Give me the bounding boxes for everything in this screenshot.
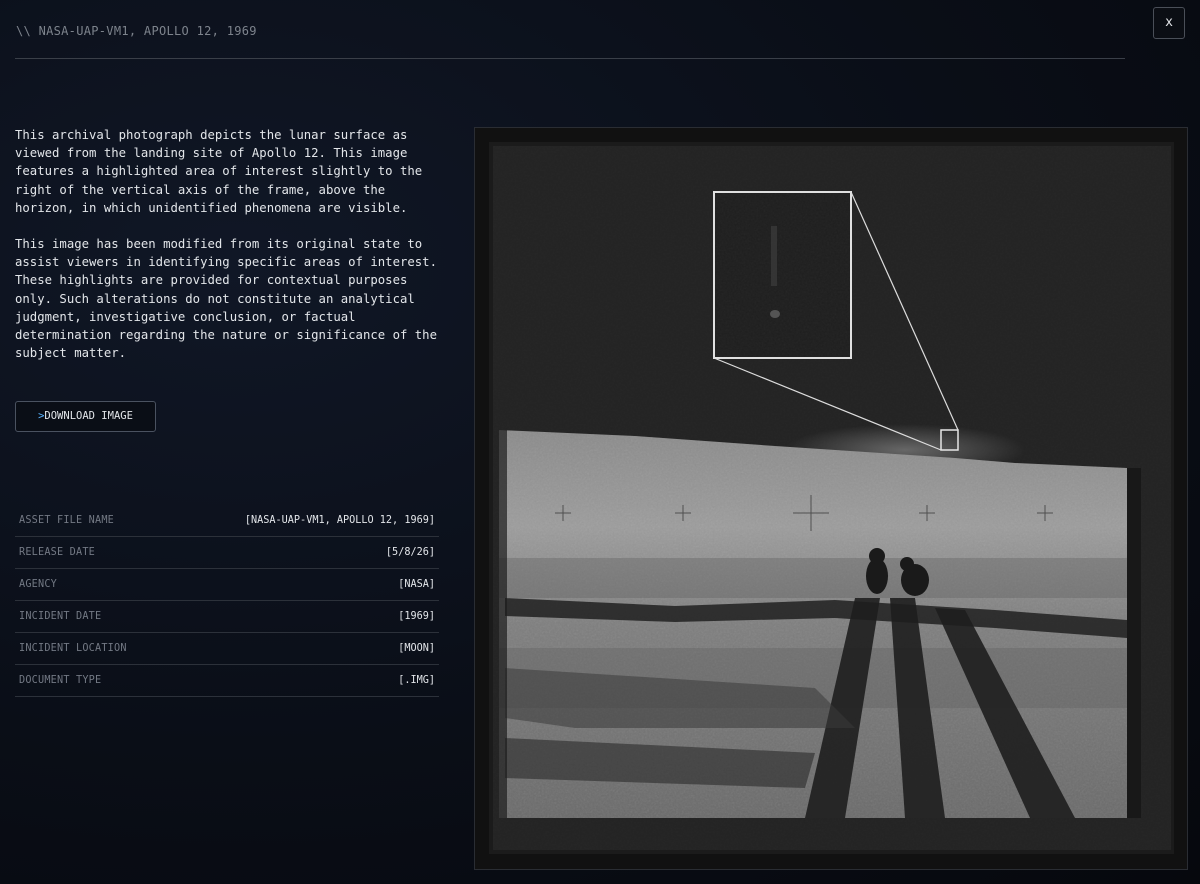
- metadata-row-document-type: DOCUMENT TYPE [.IMG]: [15, 665, 439, 697]
- lunar-photograph: [475, 128, 1187, 869]
- metadata-label: INCIDENT LOCATION: [19, 643, 127, 654]
- metadata-label: AGENCY: [19, 579, 58, 590]
- metadata-label: ASSET FILE NAME: [19, 515, 115, 526]
- lunar-photograph-viewer: [474, 127, 1188, 870]
- header-divider: [15, 58, 1125, 59]
- metadata-label: INCIDENT DATE: [19, 611, 102, 622]
- metadata-row-incident-location: INCIDENT LOCATION [MOON]: [15, 633, 439, 665]
- metadata-value: [MOON]: [398, 643, 435, 654]
- page-title: \\ NASA-UAP-VM1, APOLLO 12, 1969: [16, 24, 257, 38]
- metadata-value: [.IMG]: [398, 675, 435, 686]
- description-paragraph-2: This image has been modified from its or…: [15, 237, 437, 361]
- metadata-row-incident-date: INCIDENT DATE [1969]: [15, 601, 439, 633]
- download-image-label: DOWNLOAD IMAGE: [44, 410, 133, 422]
- close-button[interactable]: x: [1153, 7, 1185, 39]
- description: This archival photograph depicts the lun…: [15, 126, 445, 380]
- metadata-value: [NASA-UAP-VM1, APOLLO 12, 1969]: [244, 515, 435, 526]
- metadata-value: [5/8/26]: [385, 547, 435, 558]
- metadata-row-agency: AGENCY [NASA]: [15, 569, 439, 601]
- metadata-table: ASSET FILE NAME [NASA-UAP-VM1, APOLLO 12…: [15, 505, 439, 697]
- metadata-value: [NASA]: [398, 579, 435, 590]
- metadata-label: DOCUMENT TYPE: [19, 675, 102, 686]
- metadata-value: [1969]: [398, 611, 435, 622]
- metadata-row-release-date: RELEASE DATE [5/8/26]: [15, 537, 439, 569]
- metadata-row-asset-file-name: ASSET FILE NAME [NASA-UAP-VM1, APOLLO 12…: [15, 505, 439, 537]
- metadata-label: RELEASE DATE: [19, 547, 96, 558]
- description-paragraph-1: This archival photograph depicts the lun…: [15, 128, 423, 215]
- download-image-button[interactable]: >DOWNLOAD IMAGE: [15, 401, 156, 432]
